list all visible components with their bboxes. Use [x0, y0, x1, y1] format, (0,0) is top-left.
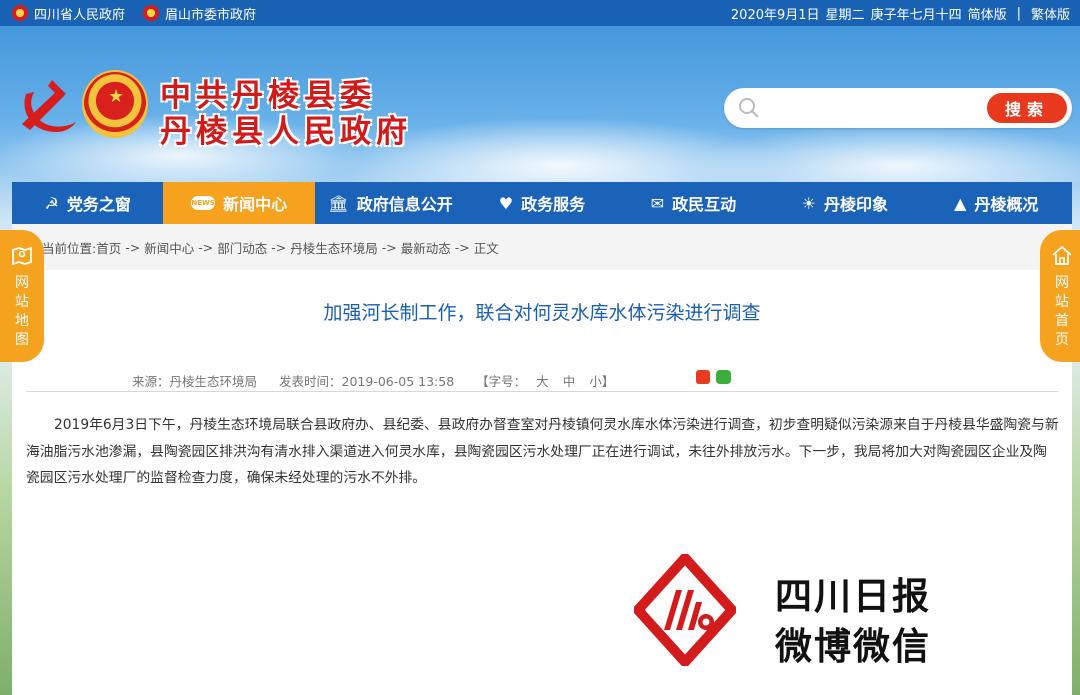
- nav-item-gov-service[interactable]: ♥ 政务服务: [466, 182, 617, 224]
- nav-item-label: 政府信息公开: [356, 195, 453, 214]
- nav-item-news-center[interactable]: NEWS 新闻中心: [163, 182, 315, 224]
- link-meishan-gov[interactable]: 眉山市委市政府: [143, 4, 256, 23]
- party-icon: ☭: [44, 193, 59, 213]
- weekday-text: 星期二: [825, 7, 865, 23]
- top-bar: 四川省人民政府 眉山市委市政府 2020年9月1日 星期二 庚子年七月十四 简体…: [0, 0, 1080, 26]
- main-nav: ☭ 党务之窗 NEWS 新闻中心 🏛 政府信息公开 ♥ 政务服务 ✉ 政民互动 …: [12, 182, 1072, 224]
- nav-item-party-affairs[interactable]: ☭ 党务之窗: [12, 182, 163, 224]
- promo-line1: 四川日报: [775, 575, 931, 618]
- home-icon: [1052, 245, 1072, 265]
- sitemap-char: 地: [15, 313, 29, 329]
- service-hands-icon: ♥: [498, 193, 514, 213]
- search-button[interactable]: 搜索: [987, 93, 1067, 123]
- breadcrumb-news-center[interactable]: 新闻中心: [144, 238, 194, 257]
- star-icon: ★: [108, 86, 125, 107]
- breadcrumb-current: 正文: [473, 240, 499, 256]
- traditional-version-link[interactable]: 繁体版: [1031, 4, 1070, 23]
- nav-item-label: 丹棱印象: [823, 195, 888, 214]
- homepage-char: 站: [1055, 294, 1069, 310]
- sitemap-label: 网 站 地 图: [15, 274, 29, 350]
- homepage-char: 网: [1055, 275, 1069, 291]
- nav-item-label: 政民互动: [672, 195, 737, 214]
- national-emblem-icon: ★: [82, 70, 148, 138]
- homepage-float-button[interactable]: 网 站 首 页: [1040, 230, 1080, 362]
- nav-item-impression[interactable]: ☀ 丹棱印象: [769, 182, 920, 224]
- breadcrumb-arrow: ->: [198, 239, 214, 255]
- national-emblem-icon: [12, 5, 28, 21]
- site-title-line2: 丹棱县人民政府: [160, 114, 412, 150]
- link-meishan-gov-label: 眉山市委市政府: [165, 7, 257, 23]
- breadcrumb-prefix: 当前位置:: [42, 240, 97, 256]
- homepage-char: 首: [1055, 313, 1069, 329]
- breadcrumb-dept-news[interactable]: 部门动态: [217, 238, 267, 257]
- date-text: 2020年9月1日: [730, 7, 820, 23]
- homepage-label: 网 站 首 页: [1055, 274, 1069, 350]
- article-title: 加强河长制工作，联合对何灵水库水体污染进行调查: [323, 302, 761, 324]
- top-date-info: 2020年9月1日 星期二 庚子年七月十四 简体版 | 繁体版: [731, 4, 1070, 23]
- nav-item-label: 丹棱概况: [974, 195, 1039, 214]
- simplified-version-link[interactable]: 简体版: [968, 4, 1007, 23]
- font-size-medium-button[interactable]: 中: [559, 371, 580, 390]
- chat-icon: ✉: [650, 193, 665, 213]
- main-content: 当前位置: 首页 -> 新闻中心 -> 部门动态 -> 丹棱生态环境局 -> 最…: [12, 224, 1072, 695]
- mountain-icon: ▲: [954, 193, 967, 213]
- breadcrumb-arrow: ->: [271, 239, 287, 255]
- font-size-controls: 【字号： 大 中 小】: [476, 371, 618, 390]
- breadcrumb-arrow: ->: [454, 239, 470, 255]
- party-emblem-icon: [22, 80, 76, 132]
- link-sichuan-gov[interactable]: 四川省人民政府: [12, 4, 125, 23]
- breadcrumb-arrow: ->: [125, 239, 141, 255]
- weibo-share-icon[interactable]: [696, 370, 710, 384]
- breadcrumb-arrow: ->: [381, 239, 397, 255]
- breadcrumb-latest[interactable]: 最新动态: [401, 238, 451, 257]
- link-sichuan-gov-label: 四川省人民政府: [34, 7, 126, 23]
- divider: [26, 391, 1058, 392]
- sitemap-char: 网: [15, 275, 29, 291]
- nav-item-interaction[interactable]: ✉ 政民互动: [618, 182, 769, 224]
- homepage-char: 页: [1055, 332, 1069, 348]
- breadcrumb-home[interactable]: 首页: [96, 238, 121, 257]
- nav-item-gov-info[interactable]: 🏛 政府信息公开: [315, 182, 466, 224]
- lunar-date-text: 庚子年七月十四: [870, 7, 962, 23]
- font-size-label: 【字号：: [476, 374, 527, 389]
- font-size-small-button[interactable]: 小】: [585, 371, 618, 390]
- nav-item-label: 党务之窗: [66, 195, 131, 214]
- article-published: 发表时间：2019-06-05 13:58: [279, 374, 455, 389]
- font-size-large-button[interactable]: 大: [532, 371, 553, 390]
- top-links: 四川省人民政府 眉山市委市政府: [12, 4, 256, 23]
- breadcrumb: 当前位置: 首页 -> 新闻中心 -> 部门动态 -> 丹棱生态环境局 -> 最…: [12, 224, 1072, 270]
- map-icon: [12, 246, 32, 266]
- sichuan-daily-logo[interactable]: [634, 554, 736, 666]
- nav-item-label: 政务服务: [521, 195, 586, 214]
- article-body: 2019年6月3日下午，丹棱生态环境局联合县政府办、县纪委、县政府办督查室对丹棱…: [26, 417, 1059, 486]
- wechat-share-icon[interactable]: [716, 370, 731, 384]
- promo-line2: 微博微信: [775, 625, 931, 668]
- landscape-icon: ☀: [801, 193, 816, 213]
- article-meta: 来源：丹棱生态环境局 发表时间：2019-06-05 13:58 【字号： 大 …: [132, 371, 618, 390]
- share-buttons: [696, 370, 731, 384]
- sitemap-float-button[interactable]: 网 站 地 图: [0, 230, 44, 362]
- news-icon: NEWS: [191, 196, 216, 210]
- nav-item-overview[interactable]: ▲ 丹棱概况: [921, 182, 1072, 224]
- site-header: ★ 中共丹棱县委 丹棱县人民政府 搜索: [0, 26, 1080, 182]
- sitemap-char: 图: [15, 332, 29, 348]
- separator: |: [1016, 5, 1021, 21]
- government-building-icon: 🏛: [328, 193, 349, 213]
- article-source: 来源：丹棱生态环境局: [132, 374, 258, 389]
- national-emblem-icon: [143, 5, 160, 21]
- search-input[interactable]: [768, 96, 998, 120]
- sitemap-char: 站: [15, 294, 29, 310]
- nav-item-label: 新闻中心: [223, 195, 288, 214]
- search-icon: [739, 98, 759, 118]
- breadcrumb-eco-bureau[interactable]: 丹棱生态环境局: [290, 238, 378, 257]
- search-box: 搜索: [724, 88, 1072, 128]
